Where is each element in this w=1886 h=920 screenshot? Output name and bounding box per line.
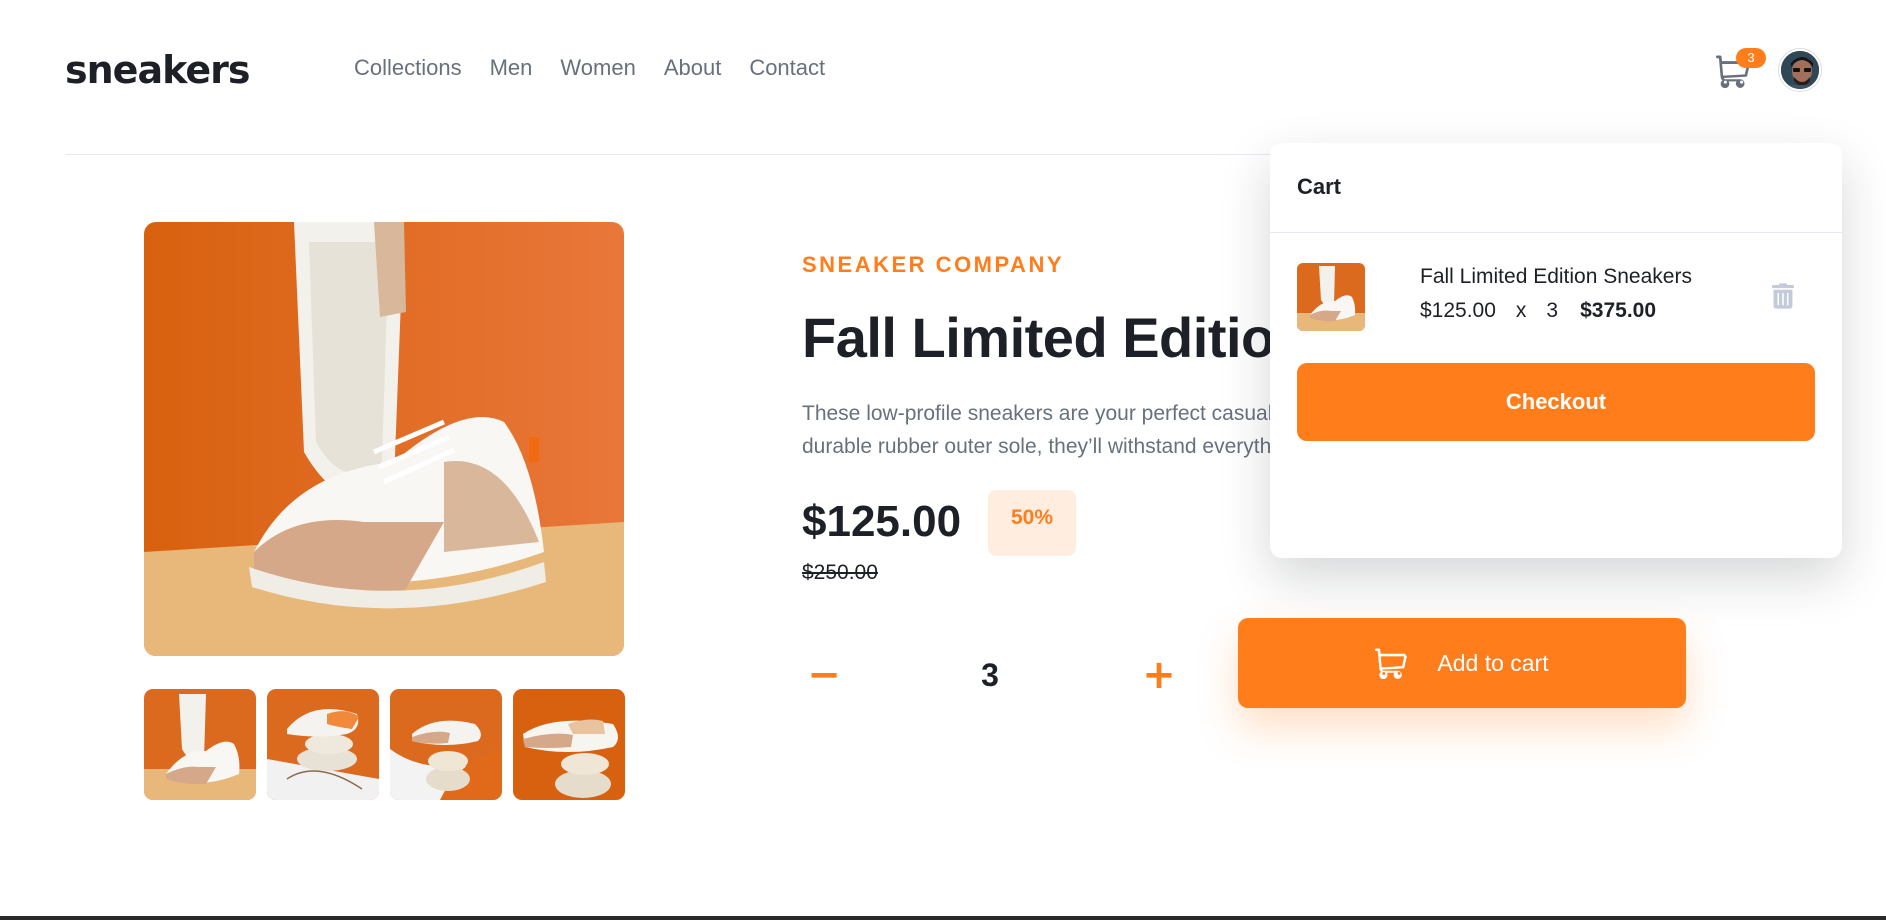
thumbnail-2[interactable] [267, 689, 379, 800]
quantity-decrease-button[interactable]: − [804, 655, 844, 695]
thumbnail-1[interactable] [144, 689, 256, 800]
product-page: sneakers Collections Men Women About Con… [0, 0, 1886, 920]
cart-popover: Cart Fall Limited Edition Sneakers $125.… [1270, 143, 1842, 558]
original-price: $250.00 [802, 561, 878, 584]
brand-label: SNEAKER COMPANY [802, 252, 1065, 277]
cart-item-times: x [1515, 299, 1527, 322]
cart-count-badge: 3 [1736, 48, 1766, 68]
logo[interactable]: sneakers [65, 48, 250, 92]
cart-item-name: Fall Limited Edition Sneakers [1420, 265, 1692, 288]
avatar-image [1781, 51, 1819, 89]
quantity-value: 3 [981, 657, 999, 693]
add-to-cart-label: Add to cart [1437, 649, 1549, 676]
add-to-cart-button[interactable]: Add to cart [1238, 618, 1686, 708]
thumbnail-4[interactable] [513, 689, 625, 800]
current-price: $125.00 [802, 497, 962, 546]
nav-contact[interactable]: Contact [749, 55, 825, 81]
cart-title: Cart [1297, 174, 1342, 199]
nav-men[interactable]: Men [490, 55, 533, 81]
product-title: Fall Limited Edition Sneakers [802, 306, 1272, 369]
main-nav: Collections Men Women About Contact [354, 55, 825, 81]
cart-item-quantity: 3 [1546, 299, 1559, 322]
trash-icon [1772, 283, 1794, 309]
cart-item-unit-price: $125.00 [1420, 299, 1496, 322]
discount-badge: 50% [988, 490, 1076, 556]
cart-item-total: $375.00 [1580, 299, 1657, 322]
quantity-increase-button[interactable]: + [1139, 655, 1179, 695]
description-line-1: These low-profile sneakers are your perf… [802, 402, 1272, 425]
cart-icon [1375, 648, 1408, 679]
header-divider [65, 154, 1385, 155]
cart-item-price-line: $125.00 x 3 $375.00 [1420, 299, 1656, 323]
checkout-button[interactable]: Checkout [1297, 363, 1815, 441]
nav-collections[interactable]: Collections [354, 55, 462, 81]
description-line-2: durable rubber outer sole, they’ll withs… [802, 435, 1272, 458]
product-main-image[interactable] [144, 222, 624, 656]
thumbnail-3[interactable] [390, 689, 502, 800]
nav-about[interactable]: About [664, 55, 722, 81]
avatar[interactable] [1779, 49, 1821, 91]
nav-women[interactable]: Women [560, 55, 635, 81]
cart-divider [1270, 232, 1842, 233]
thumbnail-strip [144, 689, 625, 800]
product-description: These low-profile sneakers are your perf… [802, 397, 1272, 463]
cart-item-thumbnail [1297, 263, 1365, 331]
window-bottom-edge [0, 916, 1886, 920]
delete-item-button[interactable] [1772, 283, 1794, 309]
